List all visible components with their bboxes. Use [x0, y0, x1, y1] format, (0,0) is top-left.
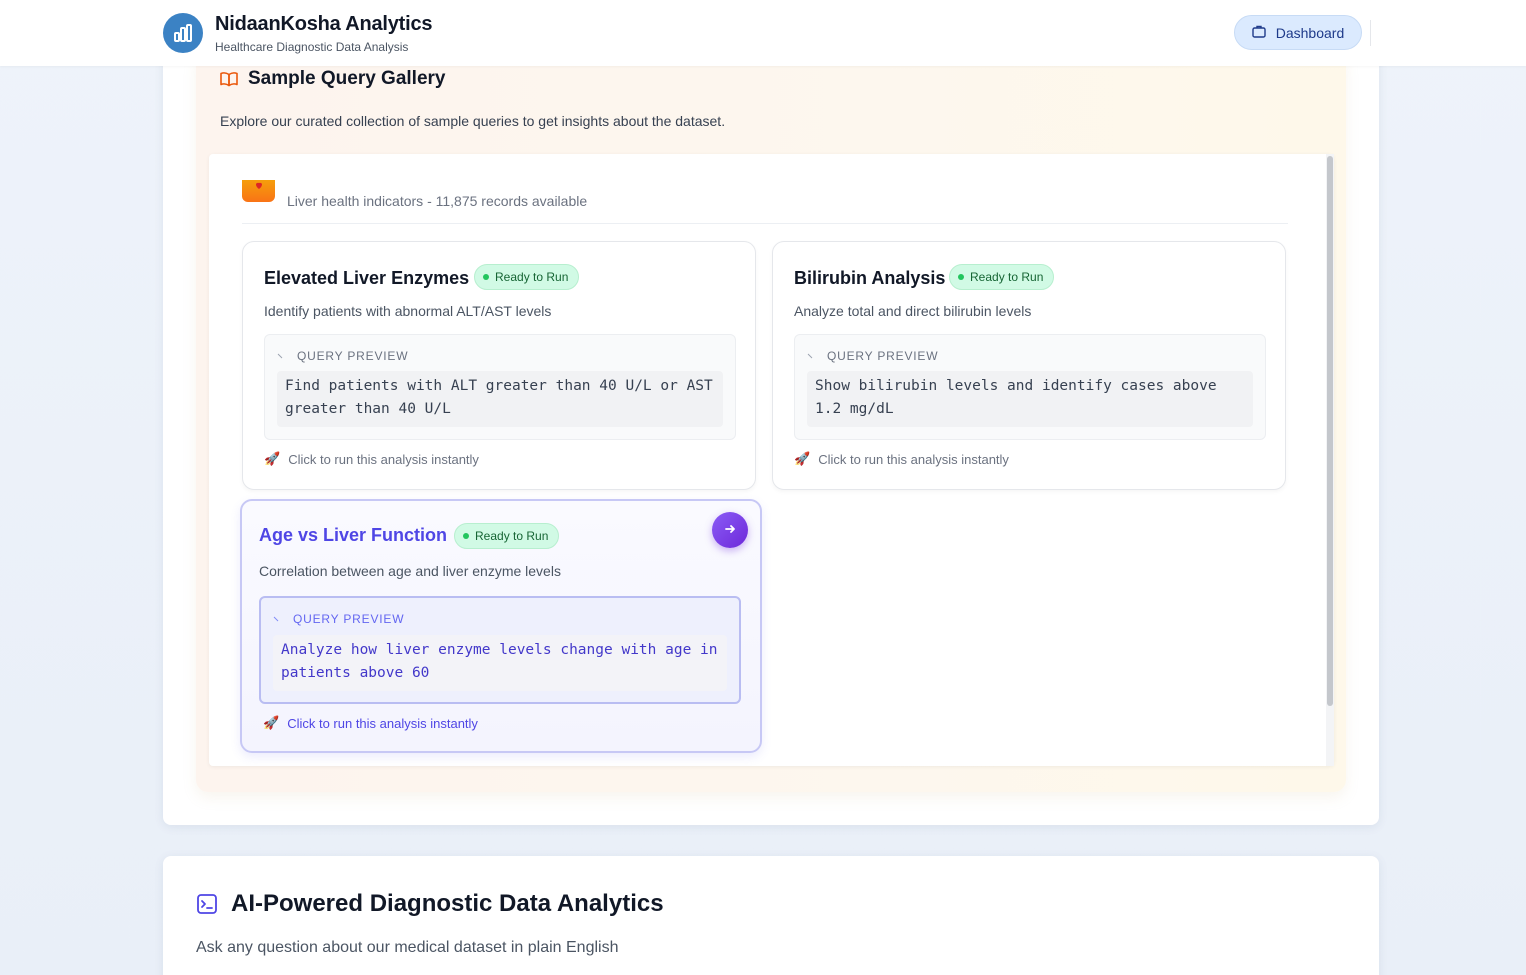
status-dot-icon: [463, 533, 469, 539]
query-card-bilirubin-analysis[interactable]: Bilirubin Analysis Ready to Run Analyze …: [772, 241, 1286, 490]
run-hint-text: Click to run this analysis instantly: [818, 451, 1009, 467]
arrow-right-icon: [724, 522, 736, 538]
query-preview-text: Analyze how liver enzyme levels change w…: [273, 635, 727, 691]
query-card-title: Elevated Liver Enzymes: [264, 268, 470, 288]
gallery-title: Sample Query Gallery: [248, 68, 446, 89]
query-preview: QUERY PREVIEW Find patients with ALT gre…: [264, 334, 736, 440]
query-preview-label-text: QUERY PREVIEW: [293, 612, 405, 626]
sparkle-icon: [807, 349, 815, 363]
sparkle-icon: [273, 612, 281, 626]
rocket-icon: 🚀: [263, 715, 280, 730]
run-hint: 🚀 Click to run this analysis instantly: [794, 451, 1009, 467]
dashboard-button[interactable]: Dashboard: [1234, 15, 1362, 50]
ai-section-subtitle: Ask any question about our medical datas…: [196, 939, 619, 956]
status-badge-label: Ready to Run: [495, 270, 569, 284]
query-preview: QUERY PREVIEW Show bilirubin levels and …: [794, 334, 1266, 440]
status-badge: Ready to Run: [949, 264, 1055, 290]
status-badge-label: Ready to Run: [475, 529, 549, 543]
query-card-description: Identify patients with abnormal ALT/AST …: [264, 303, 552, 319]
run-hint-text: Click to run this analysis instantly: [287, 715, 478, 731]
divider: [242, 223, 1288, 224]
status-badge-label: Ready to Run: [970, 270, 1044, 284]
query-card-age-vs-liver-function[interactable]: Age vs Liver Function Ready to Run Corre…: [240, 499, 762, 753]
dataset-subtitle: Liver health indicators - 11,875 records…: [287, 193, 588, 209]
sparkle-icon: [277, 349, 285, 363]
dashboard-button-label: Dashboard: [1275, 24, 1345, 41]
status-badge: Ready to Run: [454, 523, 560, 549]
query-preview-label: QUERY PREVIEW: [807, 349, 938, 363]
query-preview-text: Find patients with ALT greater than 40 U…: [277, 371, 723, 427]
run-hint: 🚀 Click to run this analysis instantly: [264, 451, 479, 467]
rocket-icon: 🚀: [794, 451, 811, 466]
status-dot-icon: [958, 274, 964, 280]
query-preview: QUERY PREVIEW Analyze how liver enzyme l…: [259, 596, 741, 704]
briefcase-icon: [1252, 25, 1266, 41]
query-preview-label: QUERY PREVIEW: [277, 349, 408, 363]
app-header: NidaanKosha Analytics Healthcare Diagnos…: [0, 0, 1526, 66]
query-card-title: Age vs Liver Function: [259, 525, 448, 545]
query-preview-label: QUERY PREVIEW: [273, 612, 404, 626]
app-subtitle: Healthcare Diagnostic Data Analysis: [215, 40, 409, 54]
book-open-icon: [220, 71, 238, 92]
terminal-icon: [196, 893, 218, 920]
query-preview-label-text: QUERY PREVIEW: [827, 349, 939, 363]
query-card-title: Bilirubin Analysis: [794, 268, 946, 288]
run-query-arrow-button[interactable]: [712, 512, 748, 548]
run-hint: 🚀 Click to run this analysis instantly: [263, 715, 478, 731]
rocket-icon: 🚀: [264, 451, 281, 466]
bar-chart-icon[interactable]: [163, 13, 203, 53]
scrollbar-thumb[interactable]: [1327, 156, 1333, 706]
app-title: NidaanKosha Analytics: [215, 13, 433, 35]
header-divider: [1370, 20, 1371, 46]
status-dot-icon: [483, 274, 489, 280]
gallery-description: Explore our curated collection of sample…: [220, 113, 726, 129]
liver-icon: [242, 180, 275, 202]
run-hint-text: Click to run this analysis instantly: [288, 451, 479, 467]
ai-section-title: AI-Powered Diagnostic Data Analytics: [231, 890, 664, 917]
query-card-description: Correlation between age and liver enzyme…: [259, 563, 561, 579]
query-preview-label-text: QUERY PREVIEW: [297, 349, 409, 363]
query-preview-text: Show bilirubin levels and identify cases…: [807, 371, 1253, 427]
query-card-elevated-liver-enzymes[interactable]: Elevated Liver Enzymes Ready to Run Iden…: [242, 241, 756, 490]
query-card-description: Analyze total and direct bilirubin level…: [794, 303, 1032, 319]
status-badge: Ready to Run: [474, 264, 580, 290]
